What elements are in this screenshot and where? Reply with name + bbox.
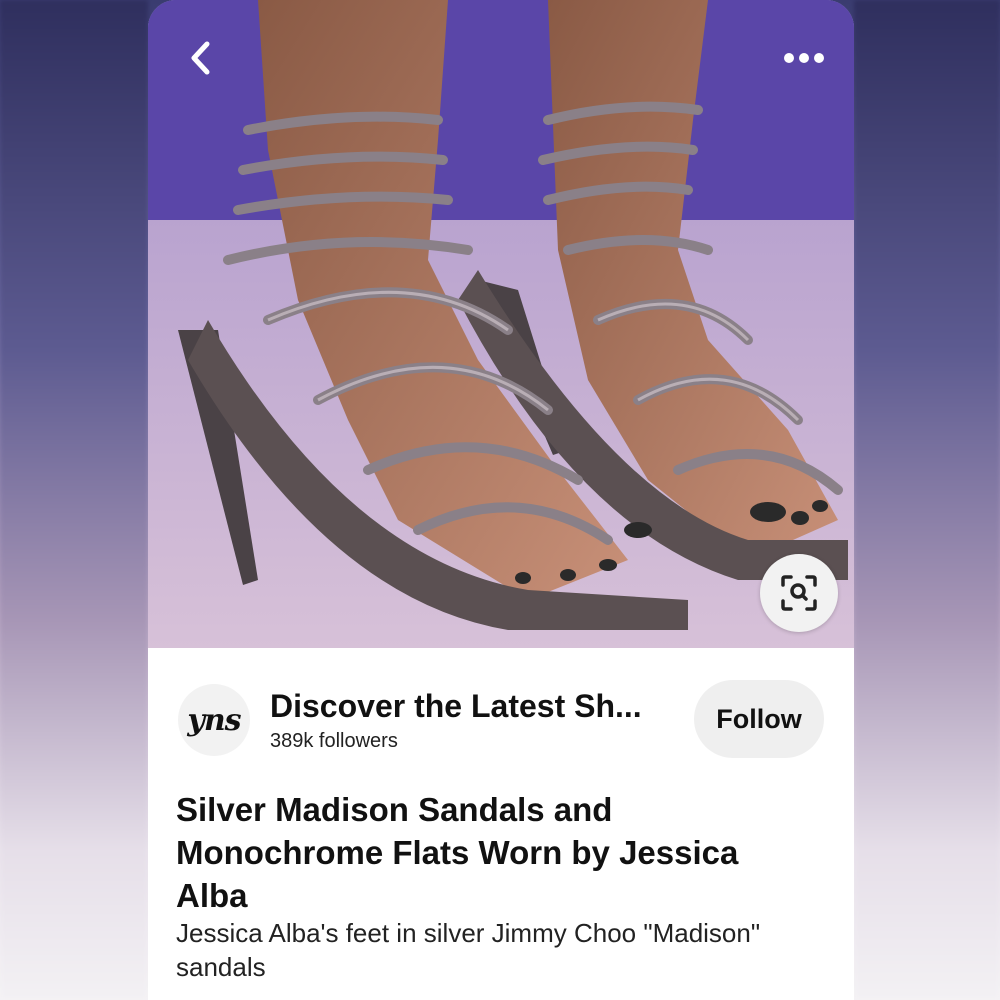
sandals-photo — [148, 0, 854, 648]
pin-description: Jessica Alba's feet in silver Jimmy Choo… — [176, 918, 761, 982]
avatar[interactable]: yns — [178, 684, 250, 756]
pin-image[interactable] — [148, 0, 854, 648]
pin-title: Silver Madison Sandals and Monochrome Fl… — [176, 791, 739, 914]
chevron-left-icon — [191, 41, 210, 75]
pin-card: yns Discover the Latest Sh... 389k follo… — [148, 0, 854, 1000]
follow-button[interactable]: Follow — [694, 680, 824, 758]
blurred-background-right — [854, 0, 1000, 1000]
more-options-button[interactable] — [774, 34, 834, 82]
blurred-background-left — [0, 0, 148, 1000]
back-button[interactable] — [176, 34, 224, 82]
visual-search-icon — [781, 575, 817, 611]
follower-count: 389k followers — [270, 730, 398, 752]
board-title[interactable]: Discover the Latest Sh... — [270, 688, 680, 725]
visual-search-button[interactable] — [760, 554, 838, 632]
creator-row: yns Discover the Latest Sh... 389k follo… — [176, 680, 826, 760]
more-horizontal-icon — [784, 53, 824, 63]
